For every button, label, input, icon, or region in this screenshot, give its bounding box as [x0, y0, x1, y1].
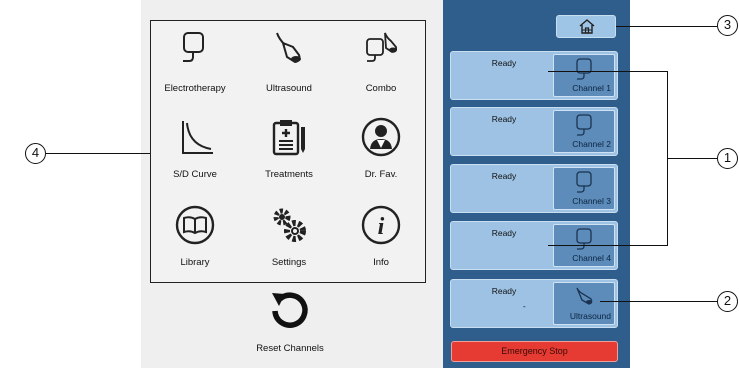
dr-fav-label: Dr. Fav. — [364, 169, 398, 180]
svg-text:i: i — [378, 214, 385, 240]
emergency-stop-button[interactable]: Emergency Stop — [451, 341, 618, 362]
channel-name: Channel 4 — [572, 253, 611, 263]
combo-icon — [366, 32, 398, 62]
library-label: Library — [180, 257, 210, 268]
electrode-pad-icon — [576, 58, 592, 80]
treatments-label: Treatments — [265, 169, 313, 180]
channel-2-slot[interactable]: Channel 2 — [553, 110, 615, 153]
ultrasound-probe-icon — [576, 287, 593, 305]
reset-channels-label: Reset Channels — [256, 343, 324, 354]
callout-4-leader — [46, 153, 150, 154]
settings-button[interactable]: Settings — [243, 199, 335, 285]
gears-icon — [273, 208, 306, 242]
channel-status: Ready — [491, 171, 517, 181]
channel-name: Channel 2 — [572, 139, 611, 149]
library-button[interactable]: Library — [149, 199, 241, 285]
channel-value: - — [523, 302, 526, 311]
ultrasound-channel-card[interactable]: Ready - Ultrasound — [450, 279, 618, 328]
settings-label: Settings — [271, 257, 307, 268]
home-button[interactable] — [556, 15, 616, 38]
channel-status: Ready — [491, 58, 517, 68]
channel-1-card[interactable]: Ready Channel 1 — [450, 51, 618, 100]
channel-name: Channel 1 — [572, 83, 611, 93]
channel-status: Ready — [491, 114, 517, 124]
ultrasound-label: Ultrasound — [266, 83, 312, 94]
ultrasound-button[interactable]: Ultrasound — [243, 23, 335, 109]
ultrasound-probe-icon — [276, 32, 301, 64]
reset-icon — [272, 292, 308, 328]
electrode-pad-icon — [183, 32, 204, 62]
callout-3: 3 — [717, 15, 738, 36]
channel-status: Ready — [491, 228, 517, 238]
channel-name: Channel 3 — [572, 196, 611, 206]
book-icon — [175, 205, 215, 245]
callout-4: 4 — [25, 143, 46, 164]
electrode-pad-icon — [576, 228, 592, 250]
callout-2: 2 — [717, 291, 738, 312]
clipboard-icon — [272, 120, 305, 156]
dr-fav-button[interactable]: Dr. Fav. — [335, 111, 427, 197]
info-icon: i — [361, 205, 401, 245]
ultrasound-slot[interactable]: Ultrasound — [553, 282, 615, 325]
sd-curve-button[interactable]: S/D Curve — [149, 111, 241, 197]
sd-curve-icon — [182, 121, 213, 154]
doctor-icon — [361, 117, 401, 157]
callout-1-leader — [667, 158, 717, 159]
electrode-pad-icon — [576, 171, 592, 193]
info-label: Info — [373, 257, 389, 268]
sd-curve-label: S/D Curve — [173, 169, 217, 180]
channel-3-slot[interactable]: Channel 3 — [553, 167, 615, 210]
home-icon — [579, 19, 595, 34]
channel-2-card[interactable]: Ready Channel 2 — [450, 107, 618, 156]
electrotherapy-label: Electrotherapy — [164, 83, 226, 94]
electrode-pad-icon — [576, 114, 592, 136]
channel-1-slot[interactable]: Channel 1 — [553, 54, 615, 97]
callout-1-leader-bottom — [548, 245, 668, 246]
channel-status: Ready — [491, 286, 517, 296]
combo-label: Combo — [365, 83, 397, 94]
combo-button[interactable]: Combo — [335, 23, 427, 109]
main-menu: Electrotherapy Ultrasound Combo S/D Curv… — [150, 20, 426, 283]
reset-channels-button[interactable]: Reset Channels — [240, 288, 340, 358]
info-button[interactable]: i Info — [335, 199, 427, 285]
callout-2-leader — [600, 301, 717, 302]
channel-name: Ultrasound — [569, 311, 611, 321]
electrotherapy-button[interactable]: Electrotherapy — [149, 23, 241, 109]
callout-1-leader-top — [548, 71, 668, 72]
treatments-button[interactable]: Treatments — [243, 111, 335, 197]
callout-1: 1 — [717, 148, 738, 169]
channel-3-card[interactable]: Ready Channel 3 — [450, 164, 618, 213]
callout-3-leader — [616, 26, 717, 27]
